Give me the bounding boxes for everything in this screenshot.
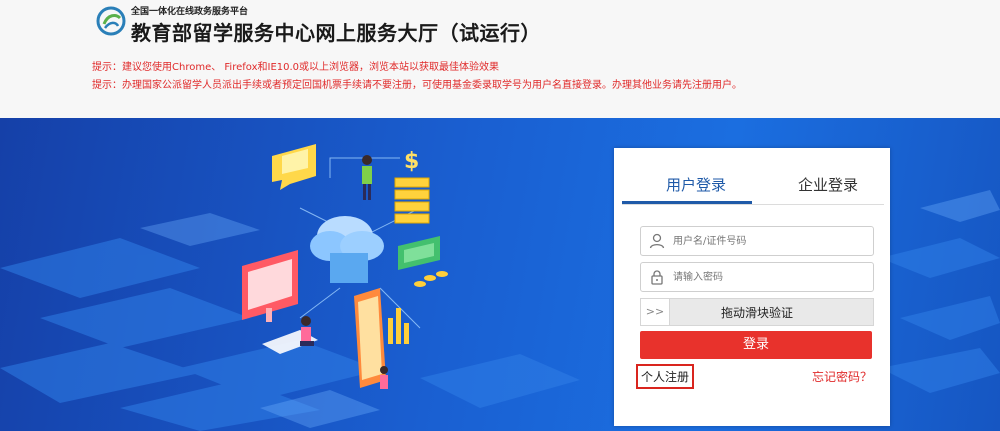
password-field[interactable] — [640, 262, 874, 292]
page-title: 教育部留学服务中心网上服务大厅（试运行） — [131, 21, 541, 45]
forgot-password-link[interactable]: 忘记密码？ — [812, 368, 872, 385]
svg-text:$: $ — [404, 149, 419, 174]
login-tabs: 用户登录 企业登录 — [622, 162, 884, 205]
username-field[interactable] — [640, 226, 874, 256]
page-header: 全国一体化在线政务服务平台 教育部留学服务中心网上服务大厅（试运行） 提示：建议… — [0, 0, 1000, 118]
password-input[interactable] — [673, 267, 863, 287]
active-tab-indicator — [622, 201, 752, 204]
register-link[interactable]: 个人注册 — [636, 364, 695, 389]
slider-handle[interactable]: >> — [641, 299, 670, 325]
login-button[interactable]: 登录 — [640, 331, 872, 359]
tab-enterprise-login[interactable]: 企业登录 — [798, 174, 858, 195]
lock-icon — [651, 270, 663, 285]
registration-tip: 提示：办理国家公派留学人员派出手续或者预定回国机票手续请不要注册，可使用基金委录… — [92, 80, 742, 91]
ministry-logo-icon — [96, 6, 126, 36]
slider-label: 拖动滑块验证 — [721, 306, 794, 320]
login-panel: 用户登录 企业登录 >> 拖动滑块验证 登录 个人注册 忘记密码？ — [614, 148, 890, 426]
username-input[interactable] — [673, 231, 863, 251]
slider-captcha: >> 拖动滑块验证 — [640, 298, 874, 326]
browser-tip: 提示：建议您使用Chrome、 Firefox和IE10.0或以上浏览器，浏览本… — [92, 62, 500, 73]
tab-user-login[interactable]: 用户登录 — [666, 174, 726, 195]
user-icon — [649, 233, 665, 249]
platform-name: 全国一体化在线政务服务平台 — [131, 7, 249, 17]
